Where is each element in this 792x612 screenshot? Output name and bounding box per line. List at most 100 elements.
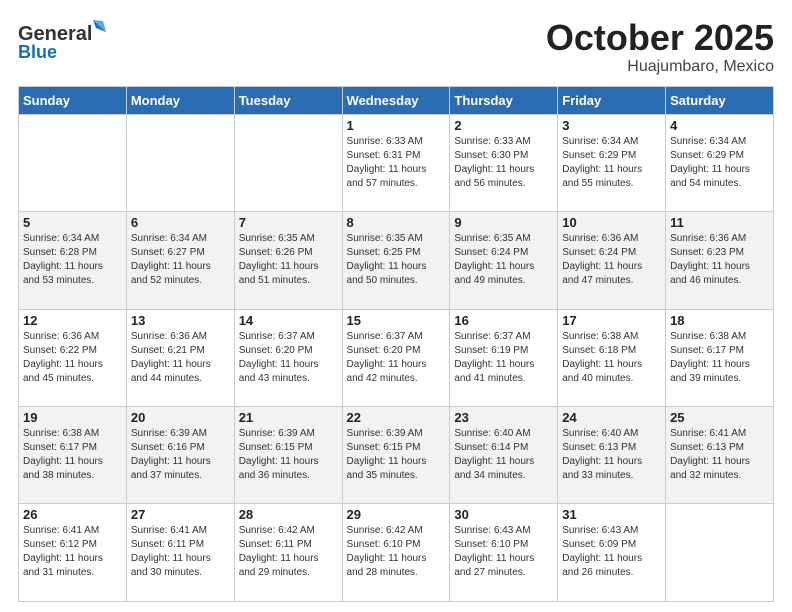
day-number: 23 — [454, 410, 553, 425]
day-cell: 31 Sunrise: 6:43 AMSunset: 6:09 PMDayligh… — [558, 504, 666, 602]
day-info: Sunrise: 6:40 AMSunset: 6:14 PMDaylight:… — [454, 427, 553, 483]
week-row-4: 19 Sunrise: 6:38 AMSunset: 6:17 PMDayligh… — [19, 407, 774, 504]
day-number: 16 — [454, 313, 553, 328]
day-number: 12 — [23, 313, 122, 328]
day-info: Sunrise: 6:39 AMSunset: 6:15 PMDaylight:… — [347, 427, 446, 483]
day-info: Sunrise: 6:41 AMSunset: 6:11 PMDaylight:… — [131, 524, 230, 580]
day-number: 25 — [670, 410, 769, 425]
day-number: 24 — [562, 410, 661, 425]
header: General Blue October 2025 Huajumbaro, Me… — [18, 18, 774, 76]
calendar: SundayMondayTuesdayWednesdayThursdayFrid… — [18, 86, 774, 602]
day-number: 13 — [131, 313, 230, 328]
day-cell: 11 Sunrise: 6:36 AMSunset: 6:23 PMDayligh… — [666, 212, 774, 309]
day-info: Sunrise: 6:38 AMSunset: 6:18 PMDaylight:… — [562, 330, 661, 386]
day-cell — [126, 114, 234, 211]
day-number: 17 — [562, 313, 661, 328]
day-cell: 21Sunrise: 6:39 AMSunset: 6:15 PMDayligh… — [234, 407, 342, 504]
weekday-header-saturday: Saturday — [666, 86, 774, 114]
day-cell: 29 Sunrise: 6:42 AMSunset: 6:10 PMDayligh… — [342, 504, 450, 602]
day-cell: 27 Sunrise: 6:41 AMSunset: 6:11 PMDayligh… — [126, 504, 234, 602]
day-cell: 22 Sunrise: 6:39 AMSunset: 6:15 PMDayligh… — [342, 407, 450, 504]
day-info: Sunrise: 6:36 AMSunset: 6:23 PMDaylight:… — [670, 232, 769, 288]
day-cell — [666, 504, 774, 602]
day-cell: 8 Sunrise: 6:35 AMSunset: 6:25 PMDaylight… — [342, 212, 450, 309]
day-cell: 13Sunrise: 6:36 AMSunset: 6:21 PMDayligh… — [126, 309, 234, 406]
day-cell: 7 Sunrise: 6:35 AMSunset: 6:26 PMDaylight… — [234, 212, 342, 309]
day-info: Sunrise: 6:36 AMSunset: 6:24 PMDaylight:… — [562, 232, 661, 288]
day-cell: 1 Sunrise: 6:33 AMSunset: 6:31 PMDaylight… — [342, 114, 450, 211]
week-row-5: 26Sunrise: 6:41 AMSunset: 6:12 PMDayligh… — [19, 504, 774, 602]
day-number: 7 — [239, 215, 338, 230]
day-info: Sunrise: 6:39 AMSunset: 6:15 PMDaylight:… — [239, 427, 338, 483]
title-block: October 2025 Huajumbaro, Mexico — [546, 18, 774, 76]
day-info: Sunrise: 6:42 AMSunset: 6:10 PMDaylight:… — [347, 524, 446, 580]
month-title: October 2025 — [546, 18, 774, 58]
day-number: 2 — [454, 118, 553, 133]
day-cell: 3Sunrise: 6:34 AMSunset: 6:29 PMDaylight… — [558, 114, 666, 211]
day-cell: 25 Sunrise: 6:41 AMSunset: 6:13 PMDayligh… — [666, 407, 774, 504]
day-number: 14 — [239, 313, 338, 328]
day-number: 10 — [562, 215, 661, 230]
day-cell — [234, 114, 342, 211]
day-info: Sunrise: 6:38 AMSunset: 6:17 PMDaylight:… — [23, 427, 122, 483]
weekday-header-sunday: Sunday — [19, 86, 127, 114]
day-number: 11 — [670, 215, 769, 230]
day-number: 27 — [131, 507, 230, 522]
svg-text:Blue: Blue — [18, 42, 57, 62]
day-cell: 23 Sunrise: 6:40 AMSunset: 6:14 PMDayligh… — [450, 407, 558, 504]
day-info: Sunrise: 6:34 AMSunset: 6:29 PMDaylight:… — [670, 135, 769, 191]
day-number: 20 — [131, 410, 230, 425]
day-info: Sunrise: 6:34 AMSunset: 6:27 PMDaylight:… — [131, 232, 230, 288]
weekday-header-friday: Friday — [558, 86, 666, 114]
day-cell: 10 Sunrise: 6:36 AMSunset: 6:24 PMDayligh… — [558, 212, 666, 309]
day-cell: 9 Sunrise: 6:35 AMSunset: 6:24 PMDaylight… — [450, 212, 558, 309]
day-info: Sunrise: 6:42 AMSunset: 6:11 PMDaylight:… — [239, 524, 338, 580]
day-info: Sunrise: 6:36 AMSunset: 6:22 PMDaylight:… — [23, 330, 122, 386]
week-row-1: 1 Sunrise: 6:33 AMSunset: 6:31 PMDaylight… — [19, 114, 774, 211]
day-number: 18 — [670, 313, 769, 328]
day-info: Sunrise: 6:35 AMSunset: 6:24 PMDaylight:… — [454, 232, 553, 288]
day-info: Sunrise: 6:43 AMSunset: 6:10 PMDaylight:… — [454, 524, 553, 580]
day-number: 6 — [131, 215, 230, 230]
day-number: 29 — [347, 507, 446, 522]
day-cell: 24Sunrise: 6:40 AMSunset: 6:13 PMDayligh… — [558, 407, 666, 504]
day-number: 3 — [562, 118, 661, 133]
weekday-header-row: SundayMondayTuesdayWednesdayThursdayFrid… — [19, 86, 774, 114]
day-cell: 20 Sunrise: 6:39 AMSunset: 6:16 PMDayligh… — [126, 407, 234, 504]
weekday-header-wednesday: Wednesday — [342, 86, 450, 114]
week-row-2: 5Sunrise: 6:34 AMSunset: 6:28 PMDaylight… — [19, 212, 774, 309]
page: General Blue October 2025 Huajumbaro, Me… — [0, 0, 792, 612]
day-cell: 18 Sunrise: 6:38 AMSunset: 6:17 PMDayligh… — [666, 309, 774, 406]
day-cell: 19 Sunrise: 6:38 AMSunset: 6:17 PMDayligh… — [19, 407, 127, 504]
location-title: Huajumbaro, Mexico — [546, 58, 774, 76]
day-number: 31 — [562, 507, 661, 522]
logo-svg: General Blue — [18, 18, 108, 63]
day-number: 5 — [23, 215, 122, 230]
day-cell: 14 Sunrise: 6:37 AMSunset: 6:20 PMDayligh… — [234, 309, 342, 406]
day-info: Sunrise: 6:35 AMSunset: 6:26 PMDaylight:… — [239, 232, 338, 288]
day-info: Sunrise: 6:41 AMSunset: 6:13 PMDaylight:… — [670, 427, 769, 483]
day-cell: 17 Sunrise: 6:38 AMSunset: 6:18 PMDayligh… — [558, 309, 666, 406]
day-number: 8 — [347, 215, 446, 230]
day-info: Sunrise: 6:33 AMSunset: 6:31 PMDaylight:… — [347, 135, 446, 191]
day-info: Sunrise: 6:35 AMSunset: 6:25 PMDaylight:… — [347, 232, 446, 288]
weekday-header-thursday: Thursday — [450, 86, 558, 114]
day-info: Sunrise: 6:39 AMSunset: 6:16 PMDaylight:… — [131, 427, 230, 483]
day-info: Sunrise: 6:37 AMSunset: 6:20 PMDaylight:… — [239, 330, 338, 386]
week-row-3: 12 Sunrise: 6:36 AMSunset: 6:22 PMDayligh… — [19, 309, 774, 406]
day-number: 9 — [454, 215, 553, 230]
weekday-header-monday: Monday — [126, 86, 234, 114]
weekday-header-tuesday: Tuesday — [234, 86, 342, 114]
day-cell: 4 Sunrise: 6:34 AMSunset: 6:29 PMDaylight… — [666, 114, 774, 211]
day-number: 19 — [23, 410, 122, 425]
day-cell: 2Sunrise: 6:33 AMSunset: 6:30 PMDaylight… — [450, 114, 558, 211]
day-info: Sunrise: 6:38 AMSunset: 6:17 PMDaylight:… — [670, 330, 769, 386]
day-cell: 26Sunrise: 6:41 AMSunset: 6:12 PMDayligh… — [19, 504, 127, 602]
day-cell: 15Sunrise: 6:37 AMSunset: 6:20 PMDayligh… — [342, 309, 450, 406]
day-number: 1 — [347, 118, 446, 133]
day-info: Sunrise: 6:37 AMSunset: 6:19 PMDaylight:… — [454, 330, 553, 386]
day-cell: 30Sunrise: 6:43 AMSunset: 6:10 PMDayligh… — [450, 504, 558, 602]
day-number: 4 — [670, 118, 769, 133]
day-number: 22 — [347, 410, 446, 425]
day-info: Sunrise: 6:43 AMSunset: 6:09 PMDaylight:… — [562, 524, 661, 580]
